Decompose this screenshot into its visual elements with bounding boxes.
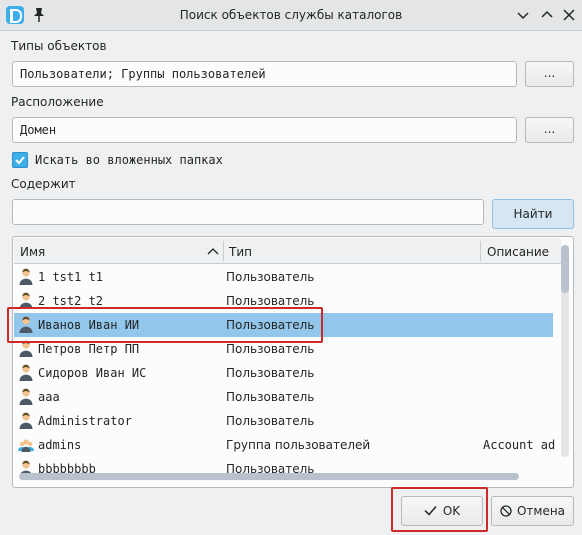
- user-icon: [18, 292, 34, 310]
- user-icon: [18, 340, 34, 358]
- cell-name: 2 tst2 t2: [38, 294, 104, 308]
- user-icon: [18, 412, 34, 430]
- table-row[interactable]: Иванов Иван ИИ Пользователь: [14, 313, 553, 337]
- user-icon: [18, 364, 34, 382]
- cell-name: Сидоров Иван ИС: [38, 366, 147, 380]
- user-icon: [18, 388, 34, 406]
- location-field[interactable]: Домен: [12, 117, 517, 143]
- vertical-scrollbar[interactable]: [561, 245, 569, 457]
- chevron-down-icon: [517, 12, 529, 20]
- table-row[interactable]: Administrator Пользователь: [14, 409, 553, 433]
- cell-type: Пользователь: [226, 366, 315, 380]
- column-separator: [223, 241, 224, 261]
- contains-input[interactable]: [12, 199, 484, 225]
- object-types-browse-button[interactable]: ...: [525, 61, 574, 87]
- cell-type: Пользователь: [226, 294, 315, 308]
- cancel-label: Отмена: [516, 504, 566, 518]
- object-types-label: Типы объектов: [11, 39, 107, 53]
- column-header-type[interactable]: Тип: [229, 238, 252, 264]
- cell-name: Петров Петр ПП: [38, 342, 140, 356]
- vertical-scrollbar-thumb[interactable]: [561, 245, 569, 293]
- table-row[interactable]: aaa Пользователь: [14, 385, 553, 409]
- cell-type: Пользователь: [226, 390, 315, 404]
- location-label: Расположение: [11, 95, 104, 109]
- table-row[interactable]: Сидоров Иван ИС Пользователь: [14, 361, 553, 385]
- user-icon: [18, 268, 34, 286]
- group-icon: [18, 436, 34, 454]
- check-icon: [424, 506, 437, 516]
- minimize-button[interactable]: [514, 6, 532, 24]
- maximize-button[interactable]: [538, 6, 556, 24]
- column-separator: [480, 241, 481, 261]
- ok-label: OK: [442, 504, 461, 518]
- find-button[interactable]: Найти: [492, 199, 574, 229]
- cell-name: Administrator: [38, 414, 132, 428]
- sort-up-icon: [207, 248, 219, 255]
- subfolders-checkbox[interactable]: [12, 152, 28, 168]
- cell-type: Группа пользователей: [226, 438, 371, 452]
- location-browse-button[interactable]: ...: [525, 117, 574, 143]
- ok-button[interactable]: OK: [401, 496, 483, 526]
- close-icon: [563, 9, 575, 21]
- cancel-button[interactable]: Отмена: [491, 496, 574, 526]
- column-header-description[interactable]: Описание: [487, 238, 549, 264]
- table-row[interactable]: Петров Петр ПП Пользователь: [14, 337, 553, 361]
- cell-type: Пользователь: [226, 318, 315, 332]
- column-header-name[interactable]: Имя: [20, 238, 45, 264]
- cell-name: Иванов Иван ИИ: [38, 318, 140, 332]
- table-header: Имя Тип Описание: [14, 238, 561, 264]
- contains-label: Содержит: [11, 177, 76, 191]
- cell-type: Пользователь: [226, 270, 315, 284]
- cell-name: 1 tst1 t1: [38, 270, 104, 284]
- user-icon: [18, 316, 34, 334]
- table-row[interactable]: 1 tst1 t1 Пользователь: [14, 265, 553, 289]
- horizontal-scrollbar[interactable]: [19, 473, 519, 480]
- results-table[interactable]: Имя Тип Описание 1 tst1 t1 Пользователь 2 …: [12, 236, 574, 488]
- window-title: Поиск объектов службы каталогов: [179, 8, 403, 22]
- close-button[interactable]: [560, 6, 578, 24]
- cell-type: Пользователь: [226, 342, 315, 356]
- table-row[interactable]: admins Группа пользователей Account ad: [14, 433, 556, 457]
- cell-description: Account ad: [483, 438, 556, 452]
- cell-name: admins: [38, 438, 82, 452]
- chevron-up-icon: [541, 10, 553, 18]
- check-icon: [15, 156, 25, 165]
- table-row[interactable]: 2 tst2 t2 Пользователь: [14, 289, 553, 313]
- subfolders-label: Искать во вложенных папках: [35, 153, 223, 167]
- title-bar: Поиск объектов службы каталогов: [0, 0, 582, 31]
- cell-name: aaa: [38, 390, 60, 404]
- object-types-field[interactable]: Пользователи; Группы пользователей: [12, 61, 517, 87]
- cell-type: Пользователь: [226, 414, 315, 428]
- cancel-icon: [500, 505, 512, 517]
